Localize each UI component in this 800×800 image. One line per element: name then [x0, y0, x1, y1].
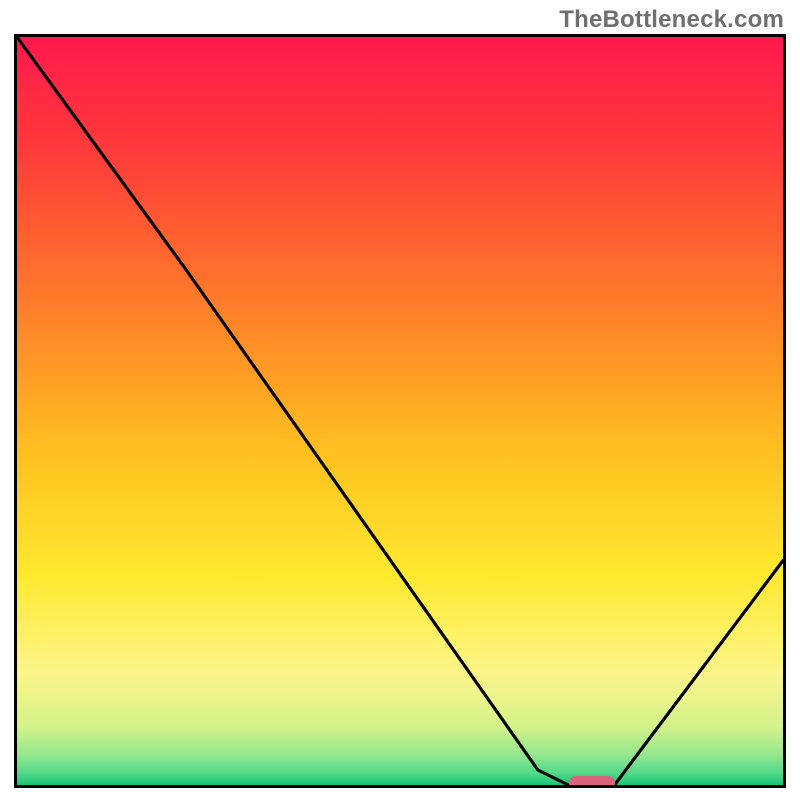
gradient-rect	[17, 37, 783, 785]
watermark-text: TheBottleneck.com	[559, 6, 784, 34]
chart-frame: TheBottleneck.com	[0, 0, 800, 800]
plot-svg	[17, 37, 783, 785]
minimum-marker	[569, 776, 615, 788]
plot-area	[14, 34, 786, 788]
